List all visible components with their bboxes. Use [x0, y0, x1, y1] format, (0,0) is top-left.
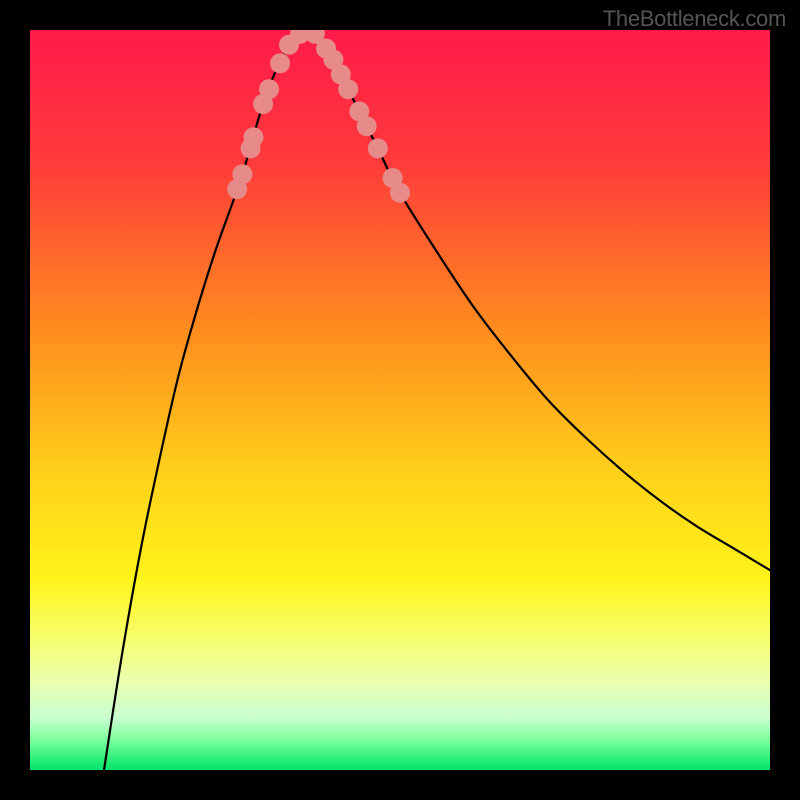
dot-left-dots-5 — [259, 79, 279, 99]
chart-frame — [30, 30, 770, 770]
dot-left-dots-1 — [232, 164, 252, 184]
chart-plot-layer — [30, 30, 770, 770]
dot-right-dots-6 — [357, 116, 377, 136]
dot-right-dots-7 — [368, 138, 388, 158]
curve-left-curve — [104, 30, 308, 770]
dot-left-dots-3 — [243, 127, 263, 147]
dot-left-dots-6 — [270, 53, 290, 73]
watermark-text: TheBottleneck.com — [603, 6, 786, 32]
curve-right-curve — [308, 30, 771, 570]
dot-right-dots-4 — [338, 79, 358, 99]
dot-right-dots-9 — [390, 183, 410, 203]
